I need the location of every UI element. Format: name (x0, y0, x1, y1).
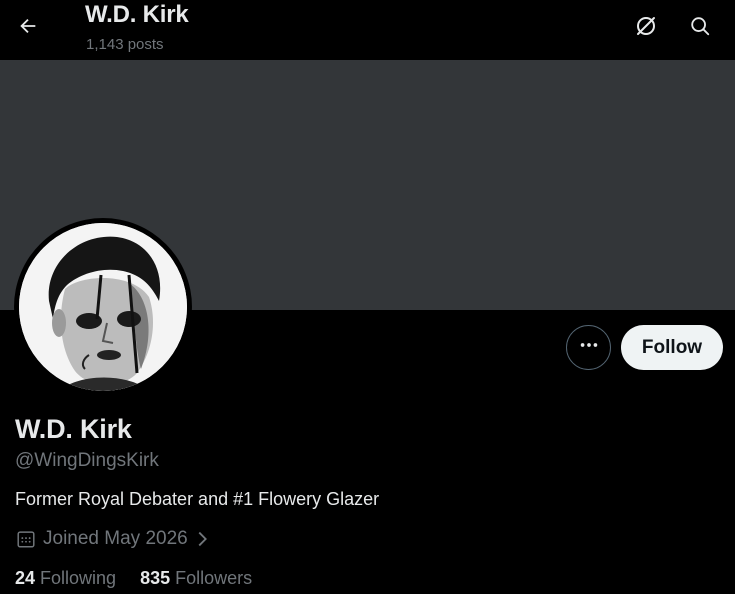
following-label: Following (40, 568, 117, 588)
avatar-image (19, 223, 187, 391)
followers-count: 835 (140, 568, 171, 588)
search-icon (689, 15, 711, 42)
profile-display-name: W.D. Kirk (15, 414, 132, 444)
follow-stats: 24 Following 835 Followers (15, 568, 252, 589)
grok-icon (634, 14, 658, 43)
posts-count: 1,143 posts (86, 36, 164, 53)
followers-link[interactable]: 835 Followers (140, 568, 252, 589)
avatar[interactable] (14, 218, 192, 396)
arrow-left-icon (17, 15, 39, 42)
calendar-icon (15, 528, 37, 550)
following-link[interactable]: 24 Following (15, 568, 116, 589)
back-button[interactable] (10, 10, 46, 46)
profile-bio: Former Royal Debater and #1 Flowery Glaz… (15, 489, 380, 509)
more-dots-icon (578, 334, 600, 361)
chevron-right-icon (194, 528, 210, 550)
following-count: 24 (15, 568, 36, 588)
top-bar: W.D. Kirk 1,143 posts (0, 0, 735, 60)
followers-label: Followers (175, 568, 253, 588)
joined-label: Joined May 2026 (43, 528, 188, 549)
grok-button[interactable] (628, 10, 664, 46)
profile-handle: @WingDingsKirk (15, 450, 159, 471)
search-button[interactable] (682, 10, 718, 46)
joined-date[interactable]: Joined May 2026 (15, 528, 210, 550)
more-options-button[interactable] (566, 325, 611, 370)
header-title: W.D. Kirk (85, 1, 189, 28)
follow-button[interactable]: Follow (621, 325, 723, 370)
